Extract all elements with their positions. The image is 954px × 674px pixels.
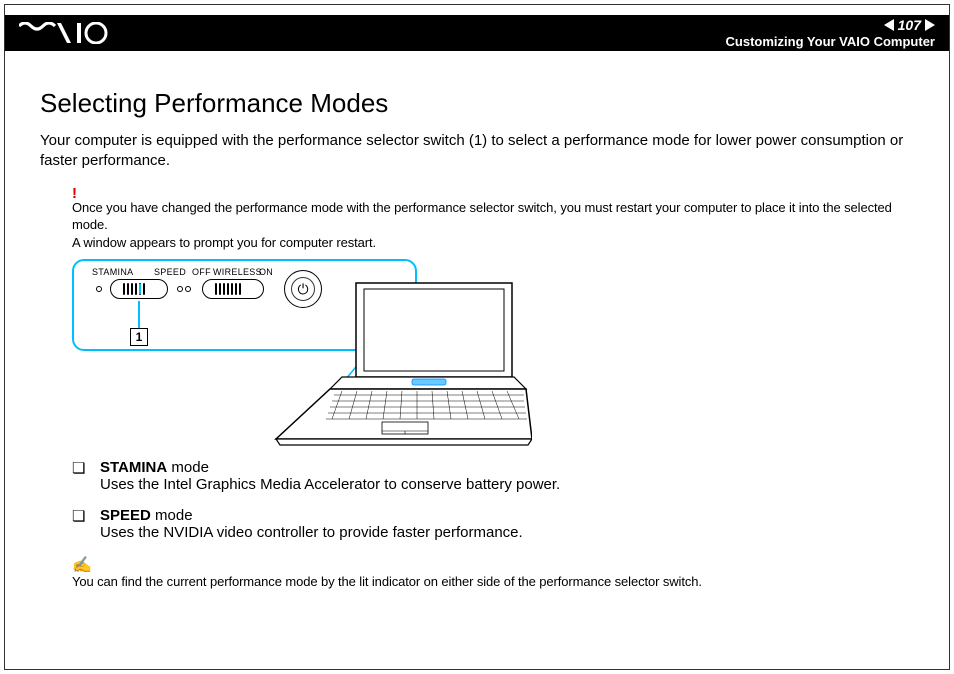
label-on: ON — [259, 267, 273, 277]
warning-icon: ! — [72, 186, 914, 201]
label-stamina: STAMINA — [92, 267, 133, 277]
page-title: Selecting Performance Modes — [40, 88, 914, 119]
performance-selector-switch — [110, 279, 168, 299]
note-text: You can find the current performance mod… — [72, 574, 702, 589]
diagram: STAMINA SPEED OFF WIRELESS ON ⏻ — [72, 259, 552, 449]
led-indicator — [177, 286, 183, 292]
prev-page-arrow-icon[interactable] — [884, 19, 894, 31]
mode-description: Uses the NVIDIA video controller to prov… — [100, 524, 914, 541]
content-area: Selecting Performance Modes Your compute… — [40, 88, 914, 589]
mode-name: SPEED — [100, 507, 151, 524]
header-bar: 107 Customizing Your VAIO Computer — [5, 15, 949, 51]
laptop-illustration — [272, 279, 532, 449]
vaio-logo — [19, 15, 111, 51]
callout-number: 1 — [130, 328, 148, 346]
mode-suffix: mode — [151, 507, 193, 524]
next-page-arrow-icon[interactable] — [925, 19, 935, 31]
mode-description: Uses the Intel Graphics Media Accelerato… — [100, 476, 914, 493]
note-icon: ✍ — [72, 555, 914, 575]
list-item: SPEED mode Uses the NVIDIA video control… — [72, 507, 914, 541]
led-indicator — [96, 286, 102, 292]
label-wireless: WIRELESS — [213, 267, 262, 277]
page-number: 107 — [898, 17, 921, 33]
warning-block: ! Once you have changed the performance … — [72, 186, 914, 252]
mode-list: STAMINA mode Uses the Intel Graphics Med… — [72, 459, 914, 541]
list-item: STAMINA mode Uses the Intel Graphics Med… — [72, 459, 914, 493]
led-indicator — [185, 286, 191, 292]
intro-text: Your computer is equipped with the perfo… — [40, 131, 914, 172]
label-speed: SPEED — [154, 267, 186, 277]
wireless-switch — [202, 279, 264, 299]
label-off: OFF — [192, 267, 211, 277]
section-title: Customizing Your VAIO Computer — [726, 34, 935, 49]
warning-line1: Once you have changed the performance mo… — [72, 200, 892, 233]
mode-suffix: mode — [167, 459, 209, 476]
page-navigation: 107 Customizing Your VAIO Computer — [726, 17, 935, 49]
note-block: ✍ You can find the current performance m… — [72, 555, 914, 589]
warning-line2: A window appears to prompt you for compu… — [72, 235, 376, 250]
mode-name: STAMINA — [100, 459, 167, 476]
